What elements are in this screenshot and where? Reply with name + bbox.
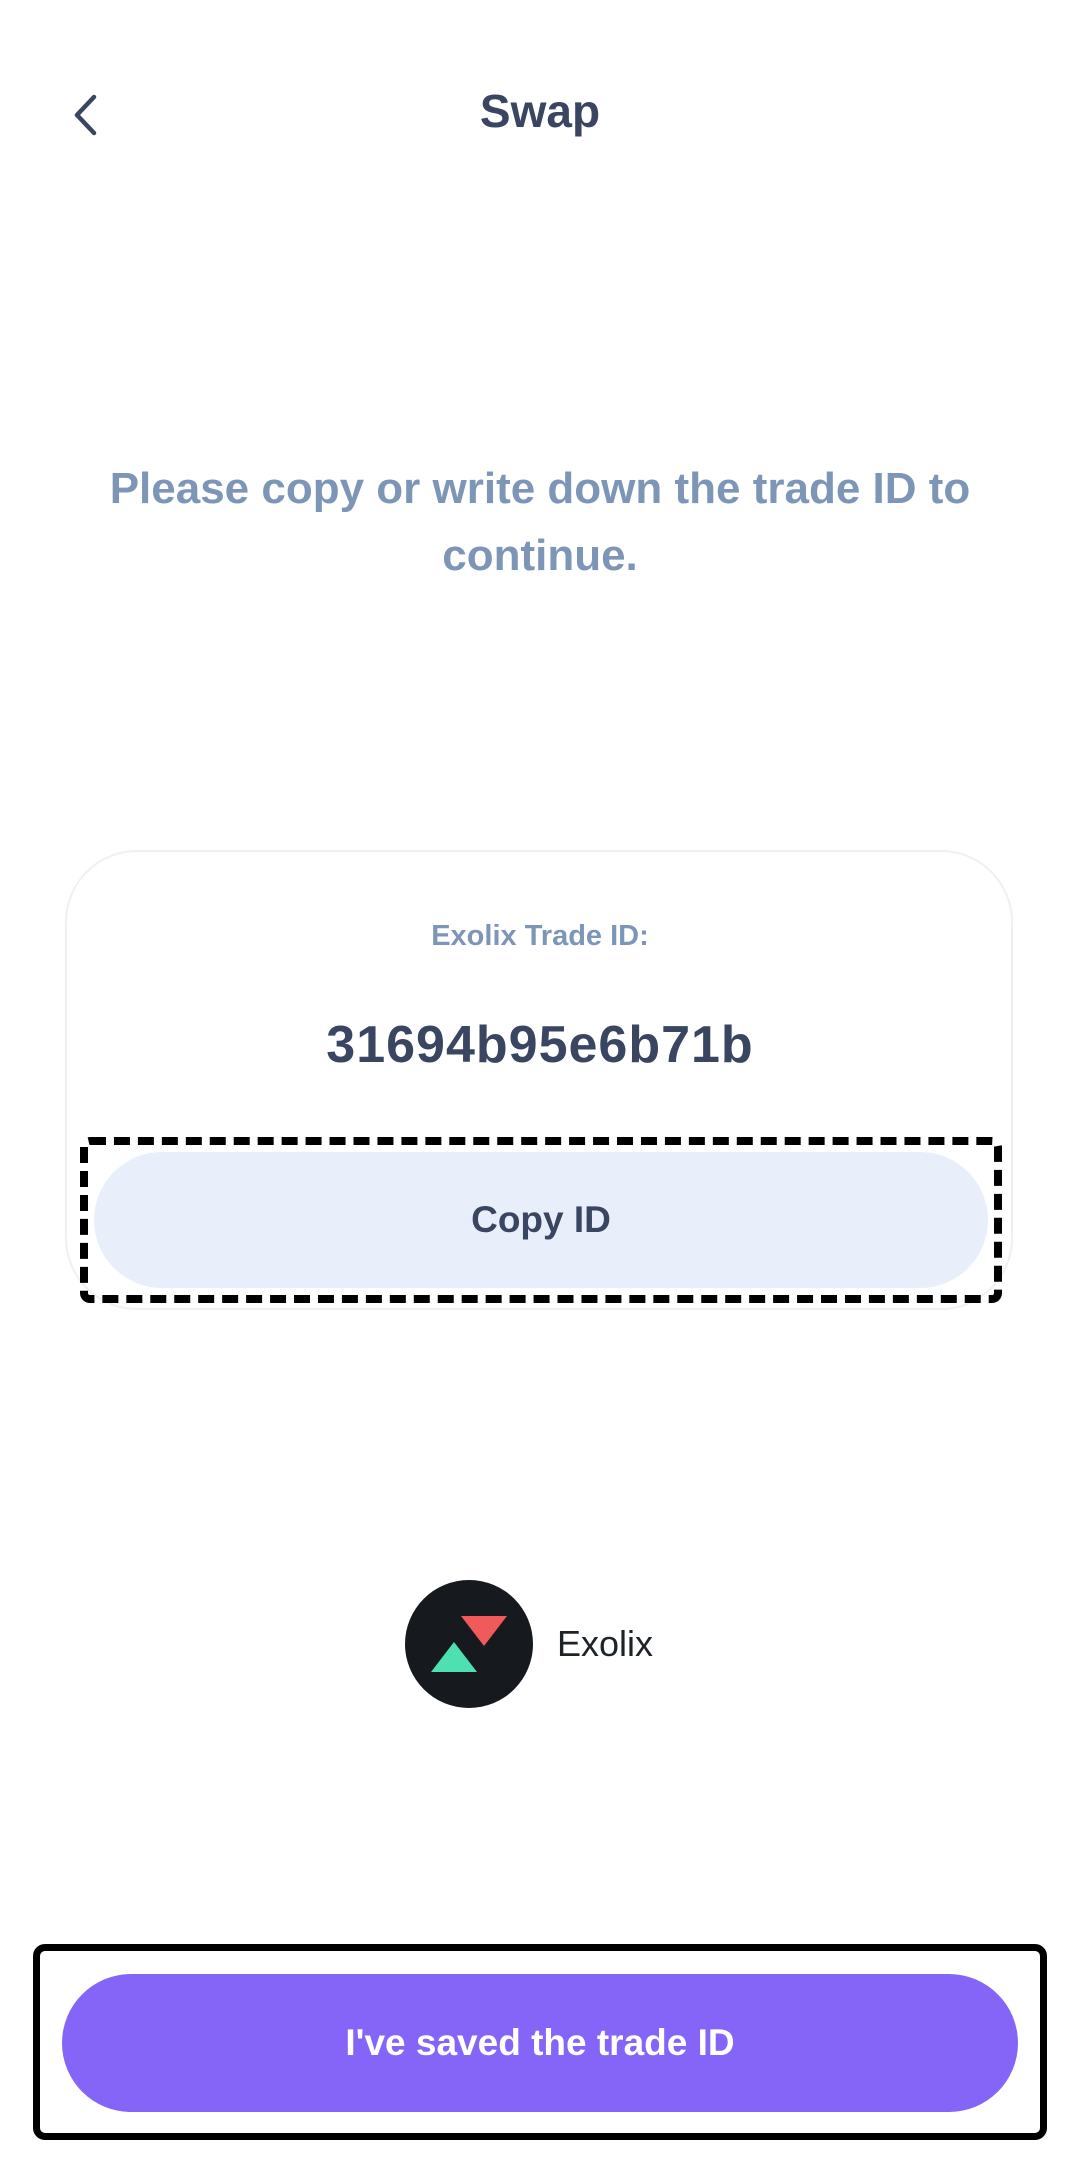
exolix-logo-icon bbox=[405, 1580, 533, 1708]
page-title: Swap bbox=[479, 85, 601, 137]
provider-name: Exolix bbox=[557, 1623, 654, 1664]
saved-trade-id-button[interactable]: I've saved the trade ID bbox=[62, 1974, 1018, 2112]
instruction-text: Please copy or write down the trade ID t… bbox=[109, 464, 971, 580]
copy-id-button[interactable]: Copy ID bbox=[94, 1152, 988, 1288]
trade-id-label: Exolix Trade ID: bbox=[431, 920, 649, 952]
trade-id-value: 31694b95e6b71b bbox=[326, 1016, 754, 1074]
provider-row: Exolix bbox=[405, 1580, 653, 1708]
top-bar: Swap bbox=[0, 0, 1080, 230]
